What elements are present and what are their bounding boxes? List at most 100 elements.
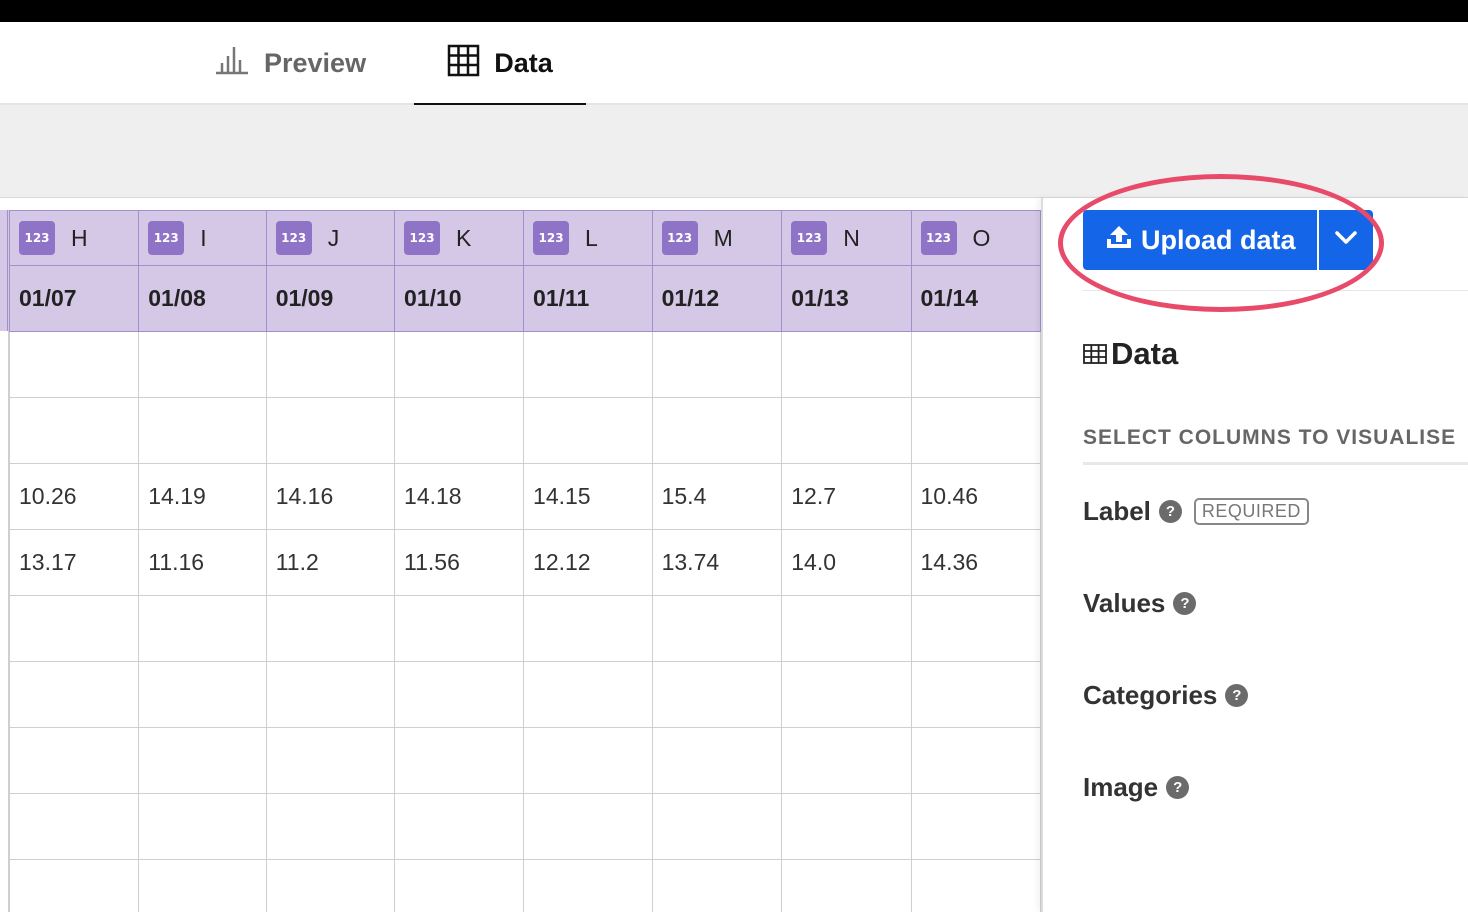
table-cell[interactable] — [138, 661, 267, 728]
table-cell[interactable] — [781, 727, 912, 794]
table-cell[interactable] — [394, 397, 525, 464]
table-cell[interactable] — [265, 793, 396, 860]
table-cell[interactable] — [265, 331, 396, 398]
header-cell[interactable]: 01/12 — [651, 265, 783, 332]
upload-options-dropdown[interactable] — [1319, 210, 1373, 270]
column-header[interactable]: 123 O — [910, 210, 1041, 266]
table-cell[interactable]: 10.26 — [8, 463, 140, 530]
number-type-icon[interactable]: 123 — [920, 221, 957, 255]
table-cell[interactable] — [394, 595, 525, 662]
table-cell[interactable] — [138, 727, 267, 794]
number-type-icon[interactable]: 123 — [19, 221, 55, 255]
table-cell[interactable] — [8, 859, 140, 912]
table-cell[interactable] — [394, 661, 525, 728]
table-cell[interactable] — [781, 793, 912, 860]
table-cell[interactable] — [523, 793, 653, 860]
table-cell[interactable] — [8, 331, 140, 398]
categories-field[interactable]: Categories ? — [1083, 680, 1249, 711]
table-cell[interactable] — [910, 727, 1041, 794]
table-cell[interactable] — [394, 727, 525, 794]
table-cell[interactable] — [651, 397, 783, 464]
table-cell[interactable] — [265, 661, 396, 728]
column-header[interactable]: 123 J — [265, 210, 396, 266]
table-cell[interactable] — [651, 331, 783, 398]
table-cell[interactable] — [138, 595, 267, 662]
table-cell[interactable] — [8, 595, 140, 662]
table-cell[interactable]: 11.16 — [138, 529, 267, 596]
header-cell[interactable]: 01/09 — [265, 265, 396, 332]
help-icon[interactable]: ? — [1173, 592, 1197, 615]
table-cell[interactable] — [523, 859, 653, 912]
table-cell[interactable] — [394, 331, 525, 398]
table-cell[interactable] — [781, 331, 912, 398]
table-cell[interactable] — [651, 793, 783, 860]
number-type-icon[interactable]: 123 — [148, 221, 185, 255]
table-cell[interactable] — [394, 859, 525, 912]
table-cell[interactable]: 12.12 — [523, 529, 653, 596]
table-cell[interactable] — [651, 661, 783, 728]
header-cell[interactable]: 01/07 — [8, 265, 140, 332]
table-cell[interactable]: 10.46 — [910, 463, 1041, 530]
header-cell[interactable]: 01/13 — [781, 265, 912, 332]
table-cell[interactable] — [910, 331, 1041, 398]
table-cell[interactable]: 14.18 — [394, 463, 525, 530]
table-cell[interactable] — [781, 595, 912, 662]
table-cell[interactable] — [8, 727, 140, 794]
table-cell[interactable] — [910, 793, 1041, 860]
table-cell[interactable]: 14.16 — [265, 463, 396, 530]
table-cell[interactable] — [523, 595, 653, 662]
table-cell[interactable] — [781, 859, 912, 912]
table-cell[interactable] — [910, 595, 1041, 662]
table-cell[interactable]: 12.7 — [781, 463, 912, 530]
number-type-icon[interactable]: 123 — [275, 221, 312, 255]
table-cell[interactable] — [265, 859, 396, 912]
help-icon[interactable]: ? — [1225, 684, 1249, 707]
table-cell[interactable] — [910, 661, 1041, 728]
header-cell[interactable]: 01/11 — [523, 265, 653, 332]
table-cell[interactable] — [781, 397, 912, 464]
table-cell[interactable] — [138, 859, 267, 912]
values-field[interactable]: Values ? — [1083, 588, 1197, 619]
column-header[interactable]: 123 I — [138, 210, 267, 266]
table-cell[interactable] — [138, 793, 267, 860]
column-header[interactable]: 123 H — [8, 210, 140, 266]
table-cell[interactable] — [265, 397, 396, 464]
table-cell[interactable]: 14.15 — [523, 463, 653, 530]
help-icon[interactable]: ? — [1166, 776, 1190, 799]
table-cell[interactable] — [523, 727, 653, 794]
column-header[interactable]: 123 K — [394, 210, 525, 266]
table-cell[interactable]: 11.2 — [265, 529, 396, 596]
table-cell[interactable] — [8, 661, 140, 728]
number-type-icon[interactable]: 123 — [533, 221, 570, 255]
table-cell[interactable]: 14.0 — [781, 529, 912, 596]
number-type-icon[interactable]: 123 — [791, 221, 828, 255]
number-type-icon[interactable]: 123 — [404, 221, 441, 255]
table-cell[interactable] — [8, 793, 140, 860]
tab-data[interactable]: Data — [414, 22, 586, 107]
table-cell[interactable] — [651, 595, 783, 662]
table-cell[interactable] — [265, 727, 396, 794]
table-cell[interactable]: 15.4 — [651, 463, 783, 530]
column-header[interactable]: 123 L — [523, 210, 653, 266]
label-field[interactable]: Label ? REQUIRED — [1083, 496, 1309, 527]
number-type-icon[interactable]: 123 — [661, 221, 698, 255]
table-cell[interactable] — [265, 595, 396, 662]
table-cell[interactable]: 13.74 — [651, 529, 783, 596]
table-cell[interactable]: 11.56 — [394, 529, 525, 596]
table-cell[interactable] — [138, 331, 267, 398]
header-cell[interactable]: 01/14 — [910, 265, 1041, 332]
header-cell[interactable]: 01/08 — [138, 265, 267, 332]
table-cell[interactable] — [523, 661, 653, 728]
table-cell[interactable] — [523, 331, 653, 398]
table-cell[interactable] — [523, 397, 653, 464]
table-cell[interactable] — [651, 859, 783, 912]
help-icon[interactable]: ? — [1158, 500, 1182, 523]
image-field[interactable]: Image ? — [1083, 772, 1190, 803]
table-cell[interactable]: 14.19 — [138, 463, 267, 530]
table-cell[interactable] — [394, 793, 525, 860]
table-cell[interactable] — [8, 397, 140, 464]
table-cell[interactable] — [910, 397, 1041, 464]
table-cell[interactable] — [651, 727, 783, 794]
upload-data-button[interactable]: Upload data — [1083, 210, 1317, 270]
column-header[interactable]: 123 M — [651, 210, 783, 266]
